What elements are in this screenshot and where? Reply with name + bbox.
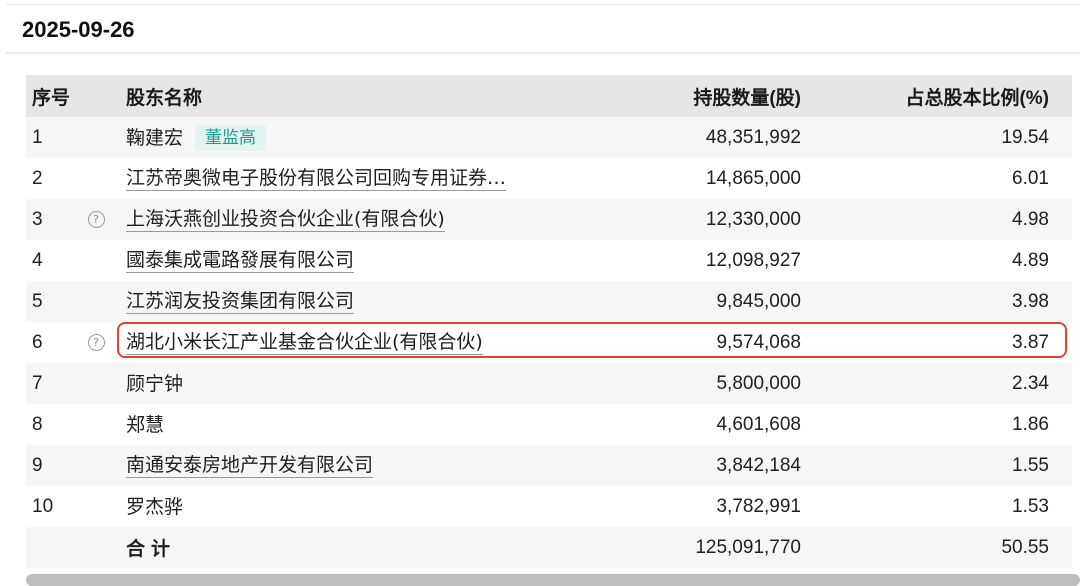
row-name-cell: 上海沃燕创业投资合伙企业(有限合伙) xyxy=(126,199,596,240)
row-ratio: 4.98 xyxy=(1012,208,1049,230)
row-name-cell: 鞠建宏 董监高 xyxy=(126,117,596,158)
row-shares: 12,330,000 xyxy=(705,208,801,230)
horizontal-scrollbar[interactable] xyxy=(26,574,1080,586)
shareholder-name-link[interactable]: 上海沃燕创业投资合伙企业(有限合伙) xyxy=(126,208,445,232)
row-idx: 6 xyxy=(32,331,43,353)
total-label-cell: 合计 xyxy=(126,527,596,568)
row-idx: 1 xyxy=(32,126,43,148)
row-name-cell: 江苏润友投资集团有限公司 xyxy=(126,281,596,322)
total-label: 合计 xyxy=(126,538,177,560)
row-ratio: 1.55 xyxy=(1012,454,1049,476)
table-header-row: 序号 股东名称 持股数量(股) 占总股本比例(%) xyxy=(26,75,1072,117)
row-shares: 3,782,991 xyxy=(716,495,801,517)
shareholder-name-link[interactable]: 南通安泰房地产开发有限公司 xyxy=(126,454,374,478)
table-row: 9 南通安泰房地产开发有限公司 3,842,184 1.55 xyxy=(26,445,1072,486)
header-name: 股东名称 xyxy=(126,86,203,109)
row-shares: 4,601,608 xyxy=(716,413,801,435)
date-header: 2025-09-26 xyxy=(6,4,1080,54)
shareholder-name-link[interactable]: 國泰集成電路發展有限公司 xyxy=(126,249,355,273)
row-idx: 8 xyxy=(32,413,43,435)
row-shares: 12,098,927 xyxy=(705,249,801,271)
row-idx: 2 xyxy=(32,167,43,189)
shareholder-name-link[interactable]: 江苏润友投资集团有限公司 xyxy=(126,290,355,314)
table-row: 1 鞠建宏 董监高 48,351,992 19.54 xyxy=(26,117,1072,158)
row-idx: 4 xyxy=(32,249,43,271)
table-row-highlighted: 6 ? 湖北小米长江产业基金合伙企业(有限合伙) 9,574,068 3.87 xyxy=(26,322,1072,363)
header-shares: 持股数量(股) xyxy=(693,87,801,109)
row-ratio: 3.98 xyxy=(1012,290,1049,312)
row-ratio: 1.53 xyxy=(1012,495,1049,517)
help-cell: ? xyxy=(84,199,108,240)
row-ratio: 3.87 xyxy=(1012,331,1049,353)
role-tag: 董监高 xyxy=(195,124,267,151)
table-row: 4 國泰集成電路發展有限公司 12,098,927 4.89 xyxy=(26,240,1072,281)
row-name-cell: 湖北小米长江产业基金合伙企业(有限合伙) xyxy=(126,322,596,363)
total-ratio: 50.55 xyxy=(1001,536,1049,558)
row-ratio: 19.54 xyxy=(1001,126,1049,148)
row-ratio: 6.01 xyxy=(1012,167,1049,189)
row-name-cell: 顾宁钟 xyxy=(126,363,596,404)
row-shares: 5,800,000 xyxy=(716,372,801,394)
table-row: 10 罗杰骅 3,782,991 1.53 xyxy=(26,486,1072,527)
total-shares: 125,091,770 xyxy=(695,536,801,558)
header-idx: 序号 xyxy=(32,87,71,109)
question-circle-icon[interactable]: ? xyxy=(87,334,105,351)
row-name-cell: 國泰集成電路發展有限公司 xyxy=(126,240,596,281)
row-name-cell: 罗杰骅 xyxy=(126,486,596,527)
shareholder-name[interactable]: 顾宁钟 xyxy=(126,373,183,395)
row-idx: 10 xyxy=(32,495,54,517)
row-shares: 9,845,000 xyxy=(716,290,801,312)
table-row: 2 江苏帝奥微电子股份有限公司回购专用证券… 14,865,000 6.01 xyxy=(26,158,1072,199)
report-date: 2025-09-26 xyxy=(22,17,135,42)
row-shares: 48,351,992 xyxy=(705,126,801,148)
table-row: 8 郑慧 4,601,608 1.86 xyxy=(26,404,1072,445)
row-ratio: 1.86 xyxy=(1012,413,1049,435)
row-name-cell: 江苏帝奥微电子股份有限公司回购专用证券… xyxy=(126,158,596,199)
row-shares: 14,865,000 xyxy=(705,167,801,189)
row-ratio: 2.34 xyxy=(1012,372,1049,394)
shareholder-name[interactable]: 鞠建宏 xyxy=(126,127,183,149)
shareholder-name-link[interactable]: 湖北小米长江产业基金合伙企业(有限合伙) xyxy=(126,331,483,355)
row-idx: 7 xyxy=(32,372,43,394)
row-name-cell: 南通安泰房地产开发有限公司 xyxy=(126,445,596,486)
table-total-row: 合计 125,091,770 50.55 xyxy=(26,527,1072,568)
shareholder-name[interactable]: 罗杰骅 xyxy=(126,496,183,518)
table-row: 3 ? 上海沃燕创业投资合伙企业(有限合伙) 12,330,000 4.98 xyxy=(26,199,1072,240)
header-ratio: 占总股本比例(%) xyxy=(905,87,1049,109)
shareholder-name-link[interactable]: 江苏帝奥微电子股份有限公司回购专用证券… xyxy=(126,167,507,191)
shareholder-table: 序号 股东名称 持股数量(股) 占总股本比例(%) 1 鞠建宏 董监高 48,3… xyxy=(26,75,1072,568)
help-cell: ? xyxy=(84,322,108,363)
row-ratio: 4.89 xyxy=(1012,249,1049,271)
row-idx: 5 xyxy=(32,290,43,312)
row-idx: 3 xyxy=(32,208,43,230)
row-shares: 3,842,184 xyxy=(716,454,801,476)
row-shares: 9,574,068 xyxy=(716,331,801,353)
row-idx: 9 xyxy=(32,454,43,476)
shareholder-name[interactable]: 郑慧 xyxy=(126,414,164,436)
row-name-cell: 郑慧 xyxy=(126,404,596,445)
table-row: 5 江苏润友投资集团有限公司 9,845,000 3.98 xyxy=(26,281,1072,322)
question-circle-icon[interactable]: ? xyxy=(87,211,105,228)
table-row: 7 顾宁钟 5,800,000 2.34 xyxy=(26,363,1072,404)
